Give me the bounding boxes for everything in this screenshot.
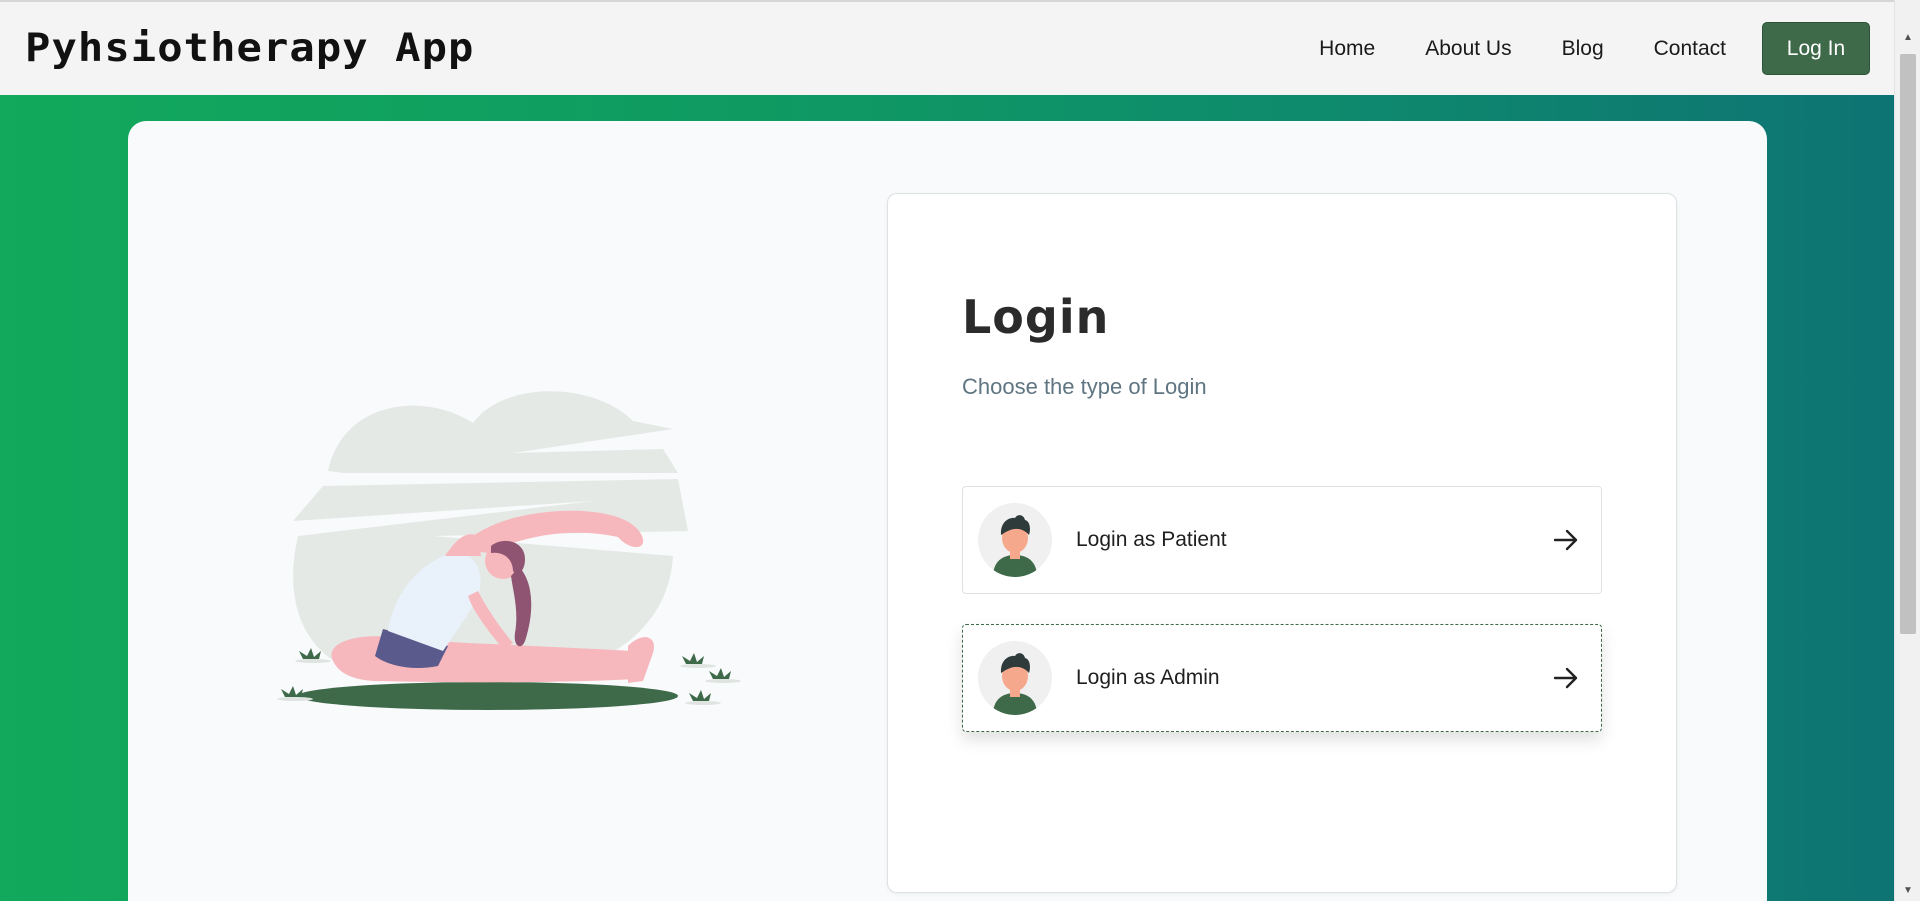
arrow-right-icon [1553,529,1578,551]
arrow-right-icon [1553,667,1578,689]
login-as-admin-button[interactable]: Login as Admin [962,624,1602,732]
patient-option-label: Login as Patient [1076,528,1227,551]
main-nav: Home About Us Blog Contact Log In [1269,22,1870,75]
scroll-up-icon[interactable]: ▲ [1895,26,1920,48]
top-navbar: Pyhsiotherapy App Home About Us Blog Con… [0,0,1894,95]
patient-avatar-icon [978,503,1052,577]
scroll-thumb[interactable] [1900,54,1916,634]
vertical-scrollbar[interactable]: ▲ ▼ [1894,0,1920,901]
admin-avatar-icon [978,641,1052,715]
nav-contact-link[interactable]: Contact [1654,37,1726,61]
brand-title[interactable]: Pyhsiotherapy App [25,26,474,71]
nav-about-link[interactable]: About Us [1425,37,1511,61]
yoga-illustration [277,391,741,710]
admin-option-label: Login as Admin [1076,666,1220,689]
login-as-patient-button[interactable]: Login as Patient [962,486,1602,594]
login-panel: Login Choose the type of Login Login as … [887,193,1677,893]
login-subtitle: Choose the type of Login [962,374,1207,399]
main-card: Login Choose the type of Login Login as … [128,121,1767,901]
nav-home-link[interactable]: Home [1319,37,1375,61]
nav-blog-link[interactable]: Blog [1562,37,1604,61]
login-title: Login [962,290,1110,344]
nav-login-button[interactable]: Log In [1762,22,1870,75]
scroll-down-icon[interactable]: ▼ [1895,879,1920,901]
